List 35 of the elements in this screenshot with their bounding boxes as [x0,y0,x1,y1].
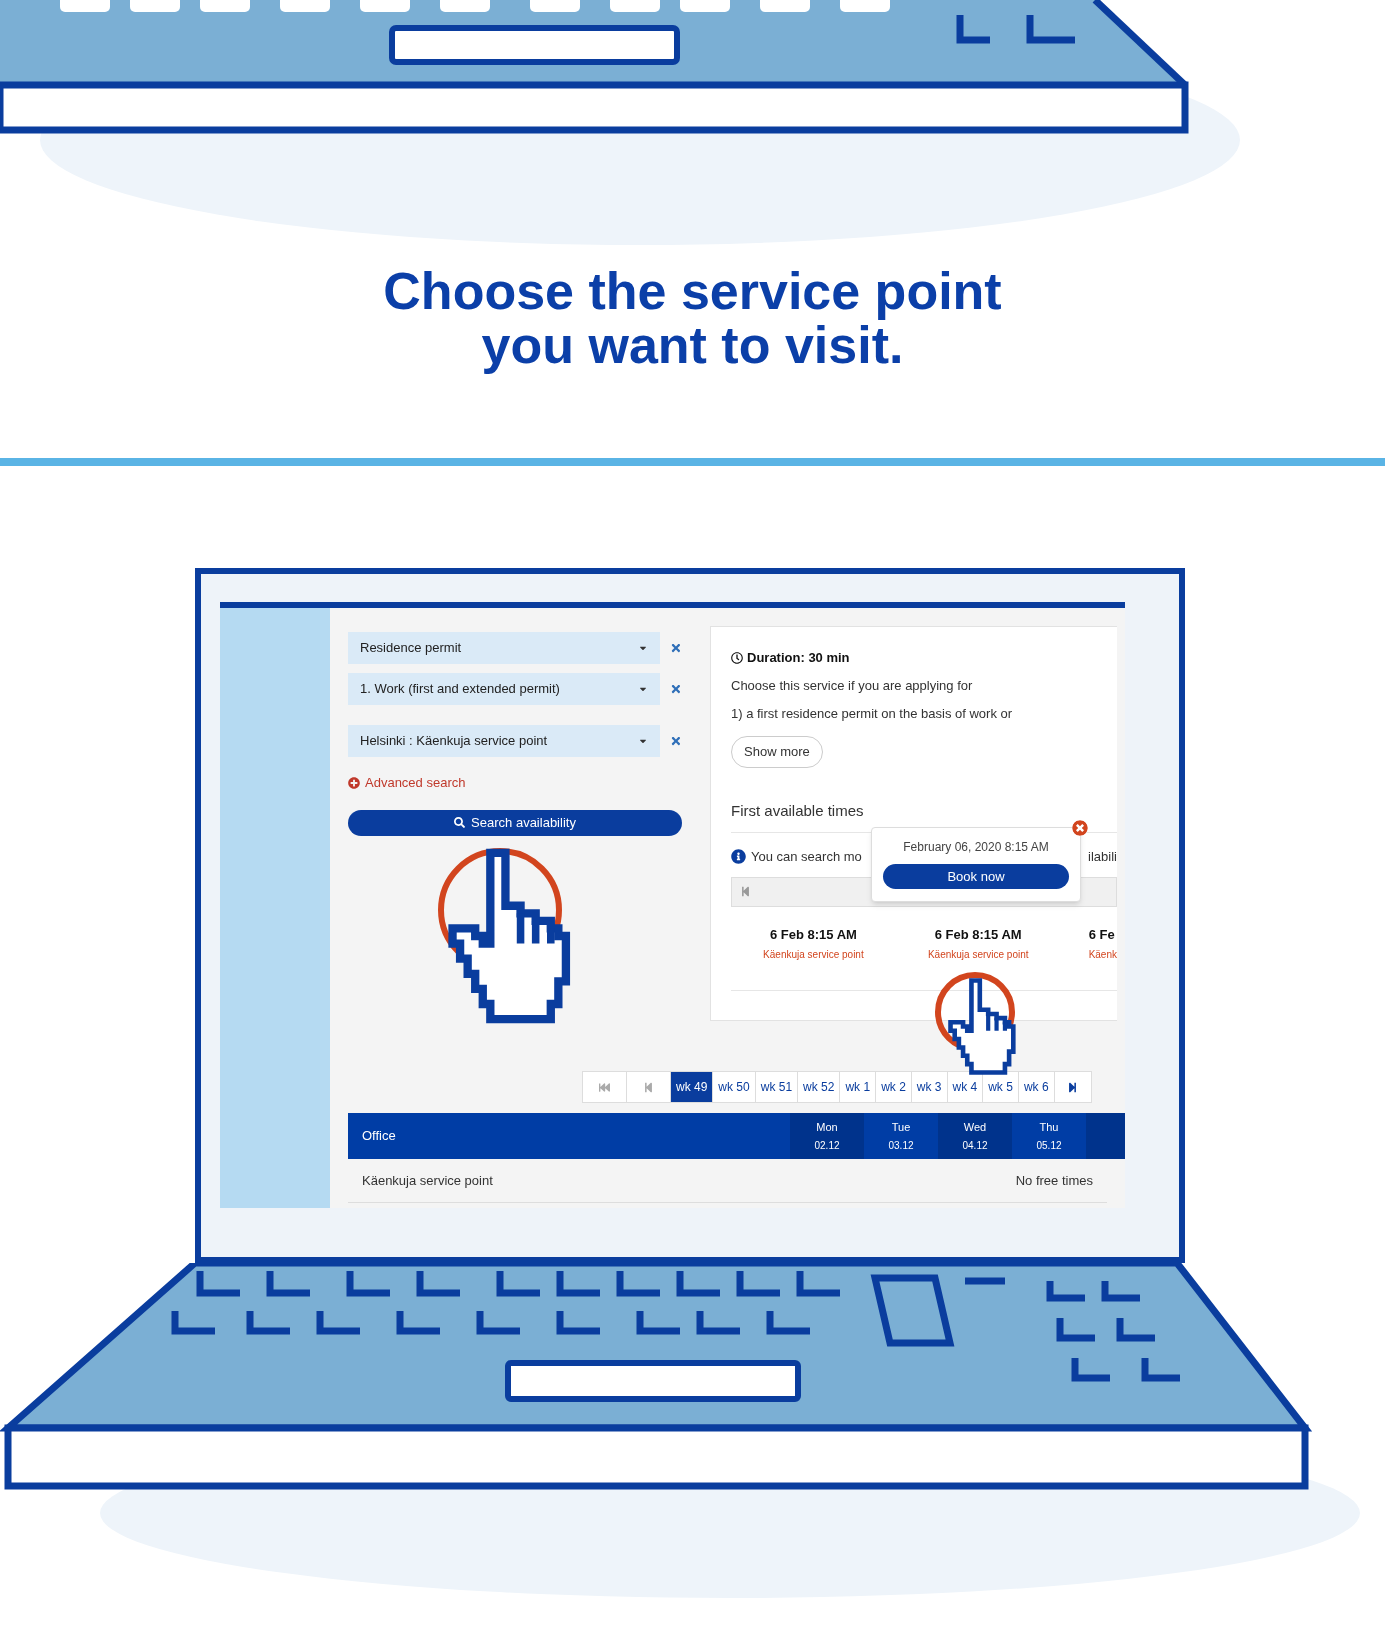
search-icon [454,817,466,828]
clock-icon [731,651,743,664]
section-title: First available times [731,800,865,821]
table-cell-text: Käenkuja service point [362,1171,493,1190]
time-slot[interactable]: 6 Feb 8:15 AM Käenkuja service point [731,924,896,962]
close-icon[interactable] [1072,820,1088,836]
book-now-button[interactable]: Book now [883,864,1069,889]
day-column-header: Wed 04.12 [938,1113,1012,1159]
duration-label: Duration: 30 min [731,648,1117,668]
search-button[interactable]: Search availability [348,809,682,836]
dropdown-select[interactable]: 1. Work (first and extended permit) [348,673,661,705]
first-page-icon [599,1081,610,1093]
table-cell-text: No free times [1015,1171,1093,1190]
info-icon [731,849,746,865]
page-heading: Choose the service point [383,264,1002,318]
skip-forward-icon [1067,1081,1079,1093]
time-slot[interactable]: 6 Feb 8:15 AM Käenkuja service point [895,924,1061,962]
description-text: Choose this service if you are applying for [731,676,974,695]
time-slot[interactable]: 6 Fe Käenk [1060,924,1117,962]
clear-icon[interactable] [670,683,682,695]
column-header: Office [361,1127,397,1146]
skip-back-icon [643,1081,654,1093]
clear-icon[interactable] [670,735,682,747]
skip-back-icon[interactable] [740,886,751,897]
advanced-search-link[interactable]: Advanced search [348,773,682,793]
dropdown-select[interactable]: Helsinki : Käenkuja service point [348,725,661,757]
info-text: You can search mo [751,848,862,866]
plus-icon [348,776,360,789]
popover-date: February 06, 2020 8:15 AM [903,839,1049,856]
week-tab[interactable]: wk 49 [671,1072,714,1102]
clear-icon[interactable] [670,642,682,654]
description-text: 1) a first residence permit on the basis of work or [731,704,1014,723]
info-text: ilabili [1088,848,1117,866]
day-column-header: Mon 02.12 [790,1113,864,1159]
dropdown-select[interactable]: Residence permit [348,632,661,664]
